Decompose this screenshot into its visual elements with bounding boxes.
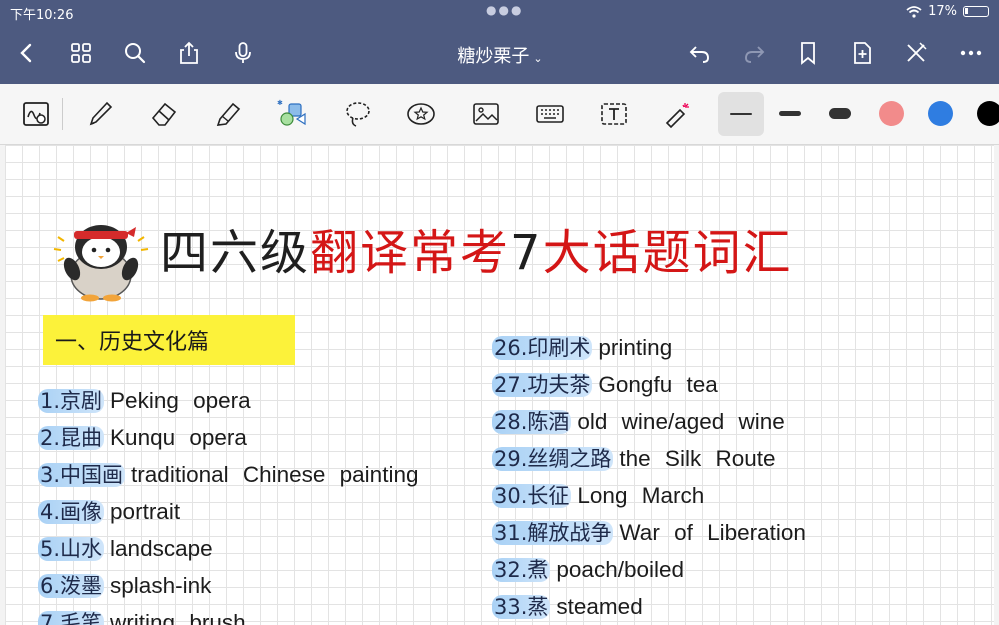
list-item: 1.京剧 Peking opera [38,388,251,413]
close-pen-icon[interactable] [901,38,931,68]
drawing-toolbar: ✱ [0,84,999,145]
pen-icon[interactable] [84,98,116,130]
list-item: 27.功夫茶 Gongfu tea [492,372,718,397]
share-icon[interactable] [174,38,204,68]
list-item: 30.长征 Long March [492,483,705,508]
image-icon[interactable] [470,98,502,130]
list-item: 4.画像 portrait [38,499,181,524]
status-time: 下午10:26 [10,8,74,23]
list-item: 33.蒸 steamed [492,594,643,619]
toolbar-divider [62,98,63,130]
color-swatch-red[interactable] [879,101,904,126]
undo-icon[interactable] [685,38,715,68]
list-item: 6.泼墨 splash-ink [38,573,212,598]
list-item: 31.解放战争 War of Liberation [492,520,806,545]
stroke-thin[interactable] [730,113,752,115]
highlighter-icon[interactable] [212,98,244,130]
note-page[interactable]: 四六级翻译常考7大话题词汇 一、历史文化篇 1.京剧 Peking opera 2… [5,145,994,625]
document-title[interactable]: 糖炒栗子 ⌄ [420,42,580,68]
page-title: 四六级翻译常考7大话题词汇 [160,225,793,281]
color-swatch-blue[interactable] [928,101,953,126]
more-icon[interactable] [956,38,986,68]
list-item: 2.昆曲 Kunqu opera [38,425,247,450]
redo-icon[interactable] [739,38,769,68]
list-item: 28.陈酒 old wine/aged wine [492,409,785,434]
list-item: 32.煮 poach/boiled [492,557,685,582]
list-item: 26.印刷术 printing [492,335,673,360]
stroke-medium[interactable] [779,111,801,116]
wifi-icon [906,5,922,18]
microphone-icon[interactable] [228,38,258,68]
shapes-icon[interactable]: ✱ [276,98,308,130]
battery-icon [963,6,989,17]
handwriting-zoom-icon[interactable] [20,98,52,130]
bookmark-icon[interactable] [793,38,823,68]
grid-view-icon[interactable] [66,38,96,68]
back-icon[interactable] [12,38,42,68]
vocab-list-left: 1.京剧 Peking opera 2.昆曲 Kunqu opera 3.中国画 tr… [38,382,418,625]
battery-percent: 17% [928,4,957,19]
status-right: 17% [906,4,989,19]
list-item: 7.毛笔 writing brush [38,604,418,625]
text-box-icon[interactable] [598,98,630,130]
top-toolbar: 糖炒栗子 ⌄ [0,24,999,84]
chevron-down-icon: ⌄ [533,52,543,65]
add-page-icon[interactable] [847,38,877,68]
color-swatch-black[interactable] [977,101,999,126]
laser-pointer-icon[interactable] [662,98,694,130]
stroke-thick[interactable] [829,108,851,119]
keyboard-icon[interactable] [534,98,566,130]
multitask-dots[interactable]: ●●● [486,3,523,17]
status-bar: 下午10:26 ●●● 17% [0,0,999,24]
sticker-icon[interactable] [405,98,437,130]
lasso-icon[interactable] [342,98,374,130]
list-item: 5.山水 landscape [38,536,213,561]
svg-text:✱: ✱ [277,99,283,107]
eraser-icon[interactable] [148,98,180,130]
search-icon[interactable] [120,38,150,68]
section-heading: 一、历史文化篇 [43,315,295,365]
list-item: 29.丝绸之路 the Silk Route [492,446,776,471]
vocab-list-right: 26.印刷术 printing 27.功夫茶 Gongfu tea 28.陈酒 old… [492,329,806,625]
list-item: 3.中国画 traditional Chinese painting [38,462,419,487]
penguin-sticker-icon [53,225,149,302]
